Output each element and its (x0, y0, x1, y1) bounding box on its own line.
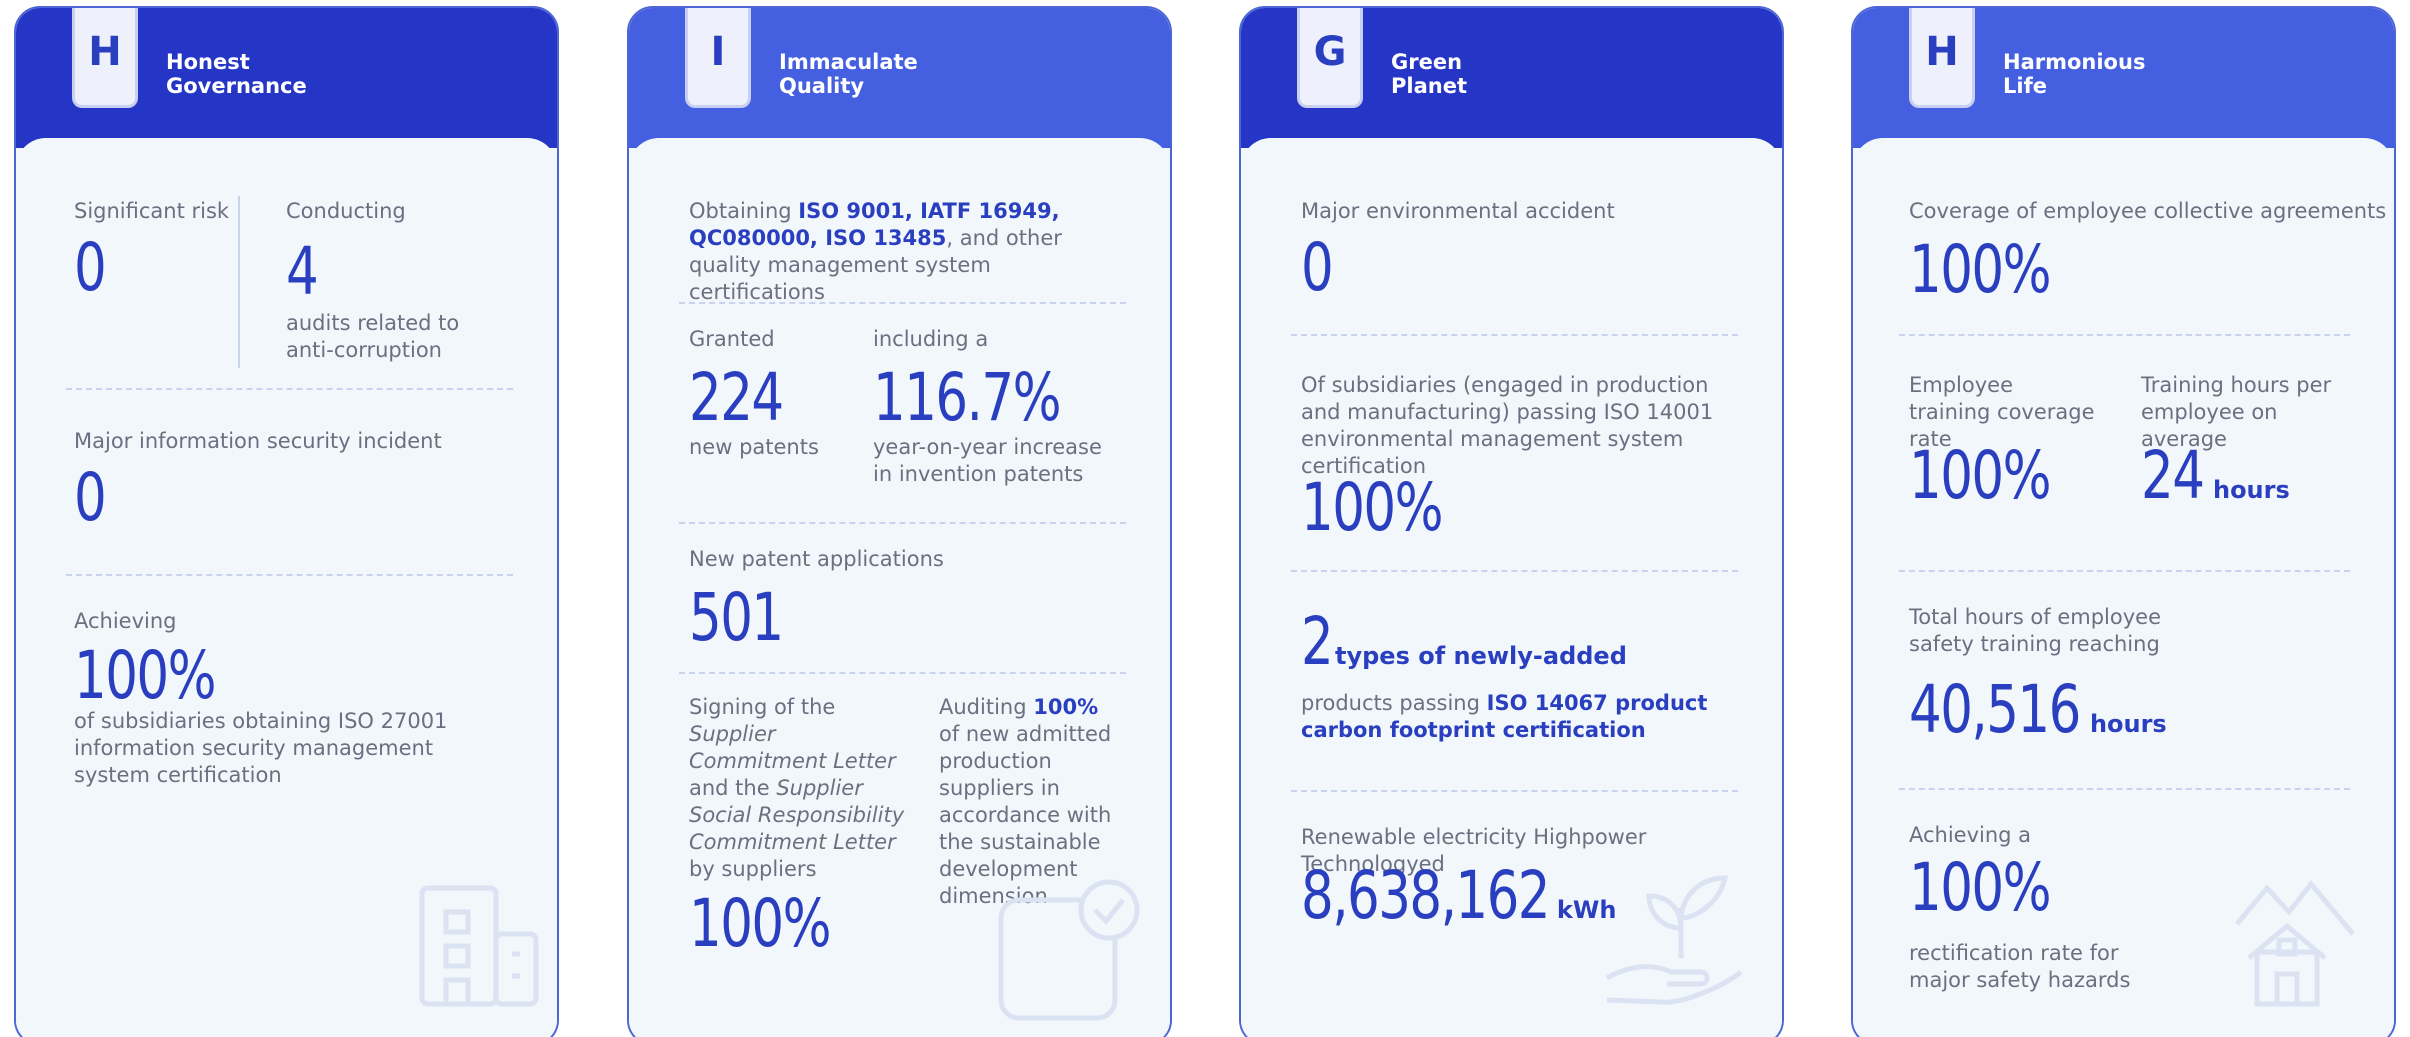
house-mountain-icon (2235, 880, 2355, 1007)
coverage-label: Coverage of employee collective agreemen… (1909, 199, 2387, 223)
divider (66, 388, 513, 390)
accident-label: Major environmental accident (1301, 199, 1615, 223)
safety-unit: hours (2089, 710, 2167, 738)
conducting-value: 4 (286, 233, 319, 310)
divider (1291, 570, 1738, 572)
card-harmonious-life: H Harmonious Life Coverage of employee c… (1851, 6, 2396, 1037)
rectification-value: 100% (1909, 849, 2051, 926)
including-value: 116.7% (873, 359, 1062, 436)
card-header: I Immaculate Quality (629, 8, 1170, 148)
card-green-planet: G Green Planet Major environmental accid… (1239, 6, 1784, 1037)
safety-label: Total hours of employee safety training … (1909, 605, 2162, 656)
training-hours-unit: hours (2212, 476, 2290, 504)
renewable-value: 8,638,162 (1301, 857, 1551, 934)
letter-badge: G (1297, 8, 1363, 108)
card-body: Significant risk 0 Conducting 4 audits r… (16, 138, 557, 1037)
checklist-icon (998, 879, 1140, 1021)
card-title: Green Planet (1391, 50, 1467, 98)
divider (679, 522, 1126, 524)
card-body: Coverage of employee collective agreemen… (1853, 138, 2394, 1037)
significant-risk-value: 0 (74, 229, 107, 306)
divider (66, 574, 513, 576)
rectification-desc: rectification rate for major safety haza… (1909, 941, 2131, 992)
signing-text: Signing of the Supplier Commitment Lette… (689, 695, 905, 881)
plant-hand-icon (1605, 875, 1743, 1005)
types-value: 2 (1301, 603, 1334, 680)
achieving-value: 100% (74, 637, 216, 714)
divider (679, 302, 1126, 304)
rectification-label: Achieving a (1909, 823, 2032, 847)
building-icon (419, 885, 539, 1007)
card-header: H Honest Governance (16, 8, 557, 148)
card-body: Major environmental accident 0 Of subsid… (1241, 138, 1782, 1037)
card-header: G Green Planet (1241, 8, 1782, 148)
card-title: Immaculate Quality (779, 50, 918, 98)
applications-value: 501 (689, 579, 784, 656)
card-body: Obtaining ISO 9001, IATF 16949, QC080000… (629, 138, 1170, 1037)
divider (1899, 570, 2350, 572)
accident-value: 0 (1301, 229, 1334, 306)
card-honest-governance: H Honest Governance Significant risk 0 C… (14, 6, 559, 1037)
coverage-value: 100% (1909, 231, 2051, 308)
including-label: including a (873, 327, 989, 351)
certifications-text: Obtaining ISO 9001, IATF 16949, QC080000… (689, 199, 1062, 304)
divider (1899, 334, 2350, 336)
conducting-label: Conducting (286, 199, 406, 223)
granted-label: Granted (689, 327, 775, 351)
card-title: Honest Governance (166, 50, 307, 98)
signing-value: 100% (689, 885, 831, 962)
types-unit: types of newly-added (1335, 642, 1627, 670)
divider (679, 672, 1126, 674)
letter-badge: I (685, 8, 751, 108)
divider (238, 196, 240, 368)
types-text: products passing ISO 14067 product carbo… (1301, 691, 1708, 742)
security-value: 0 (74, 459, 107, 536)
letter-badge: H (72, 8, 138, 108)
card-header: H Harmonious Life (1853, 8, 2394, 148)
divider (1291, 790, 1738, 792)
letter-badge: H (1909, 8, 1975, 108)
safety-value: 40,516 (1909, 671, 2081, 748)
granted-value: 224 (689, 359, 784, 436)
training-rate-value: 100% (1909, 437, 2051, 514)
achieving-desc: of subsidiaries obtaining ISO 27001 info… (74, 709, 448, 787)
achieving-label: Achieving (74, 609, 177, 633)
granted-desc: new patents (689, 435, 819, 459)
card-title: Harmonious Life (2003, 50, 2146, 98)
conducting-desc: audits related to anti-corruption (286, 311, 460, 362)
including-desc: year-on-year increase in invention paten… (873, 435, 1102, 486)
security-label: Major information security incident (74, 429, 442, 453)
subsidiaries-label: Of subsidiaries (engaged in production a… (1301, 373, 1714, 478)
card-immaculate-quality: I Immaculate Quality Obtaining ISO 9001,… (627, 6, 1172, 1037)
significant-risk-label: Significant risk (74, 199, 230, 223)
applications-label: New patent applications (689, 547, 944, 571)
subsidiaries-value: 100% (1301, 469, 1443, 546)
divider (1291, 334, 1738, 336)
divider (1899, 788, 2350, 790)
training-hours-value: 24 (2141, 437, 2205, 514)
